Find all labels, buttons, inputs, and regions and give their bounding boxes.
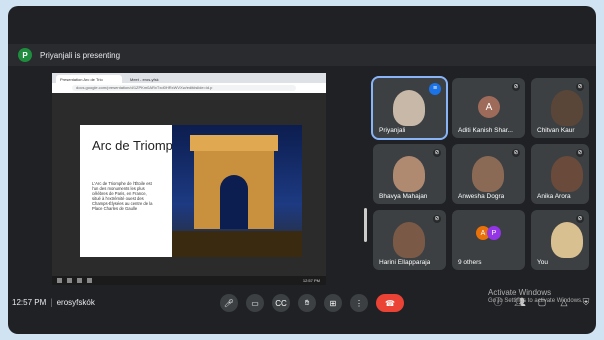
others-avatars: A P [476,226,501,240]
others-tile[interactable]: A P 9 others [452,210,525,270]
presenting-label: Priyanjali is presenting [40,50,121,60]
others-count: 9 others [458,259,482,266]
browser-tab-presentation[interactable]: Presentation Arc de Trio [56,75,122,83]
presenting-bar: P Priyanjali is presenting [8,44,596,66]
participant-name: Harini Ellapparaja [379,259,431,266]
mic-off-icon: ⊘ [512,83,520,91]
chrome-icon[interactable] [87,278,92,283]
mic-off-icon: ⊘ [576,215,584,223]
call-controls: 🎤︎ ▭ CC ✋︎ ⊞ ⋮ ☎︎ [220,294,412,312]
presenter-badge: P [18,48,32,62]
taskbar-clock: 12:57 PM [302,278,320,283]
speaking-icon: ≡ [429,83,441,95]
browser-tabs: Presentation Arc de Trio Meet - eros-yfs… [52,73,326,83]
browser-tab-meet[interactable]: Meet - eros-yfsk [126,75,192,83]
self-name: You [537,259,548,266]
end-call-button[interactable]: ☎︎ [376,294,404,312]
captions-button[interactable]: CC [272,294,290,312]
arc-de-triomphe-photo [172,125,302,257]
avatar: P [487,226,501,240]
watermark-subtitle: Go to Settings to activate Windows. [488,298,583,304]
watermark-title: Activate Windows [488,288,552,297]
participant-tile[interactable]: ⊘ Harini Ellapparaja [373,210,446,270]
mic-button[interactable]: 🎤︎ [220,294,238,312]
participant-tile[interactable]: ⊘ Bhavya Mahajan [373,144,446,204]
participant-tile[interactable]: ⊘ Anwesha Dogra [452,144,525,204]
activate-windows-watermark: Activate Windows Go to Settings to activ… [488,288,583,306]
meeting-code: erosyfskók [56,297,95,307]
participant-name: Anwesha Dogra [458,193,505,200]
participant-tile[interactable]: ⊘ Chitvan Kaur [531,78,589,138]
participant-name: Anika Arora [537,193,571,200]
present-button[interactable]: ⊞ [324,294,342,312]
participant-name: Priyanjali [379,127,406,134]
slide-area: Arc de Triomphe L'Arc de Triomphe de l'É… [52,93,367,276]
participant-tile[interactable]: ≡ Priyanjali [371,76,448,140]
participant-tile[interactable]: ⊘ Anika Arora [531,144,589,204]
raise-hand-button[interactable]: ✋︎ [298,294,316,312]
arch-illustration [190,135,278,229]
participant-name: Chitvan Kaur [537,127,575,134]
mic-off-icon: ⊘ [433,149,441,157]
self-tile[interactable]: ⊘ You [531,210,589,270]
participant-name: Aditi Kanish Shar... [458,127,513,134]
meeting-clock: 12:57 PM [12,297,47,307]
slide: Arc de Triomphe L'Arc de Triomphe de l'É… [80,125,302,257]
camera-button[interactable]: ▭ [246,294,264,312]
screen-share: Presentation Arc de Trio Meet - eros-yfs… [52,73,367,285]
search-icon[interactable] [67,278,72,283]
mic-off-icon: ⊘ [512,149,520,157]
mic-off-icon: ⊘ [576,83,584,91]
windows-taskbar: 12:57 PM [52,276,326,285]
file-explorer-icon[interactable] [77,278,82,283]
participant-name: Bhavya Mahajan [379,193,428,200]
url-field[interactable]: docs.google.com/presentation/d/1ZPKm0ARx… [72,85,296,91]
mic-off-icon: ⊘ [576,149,584,157]
participant-tile[interactable]: A ⊘ Aditi Kanish Shar... [452,78,525,138]
slide-body: L'Arc de Triomphe de l'Étoile est l'un d… [92,181,153,211]
mic-off-icon: ⊘ [433,215,441,223]
start-icon[interactable] [57,278,62,283]
separator: | [50,297,53,307]
avatar: A [478,96,500,118]
meet-window: P Priyanjali is presenting Presentation … [8,6,596,334]
slide-scrollbar[interactable] [364,208,367,242]
more-options-button[interactable]: ⋮ [350,294,368,312]
